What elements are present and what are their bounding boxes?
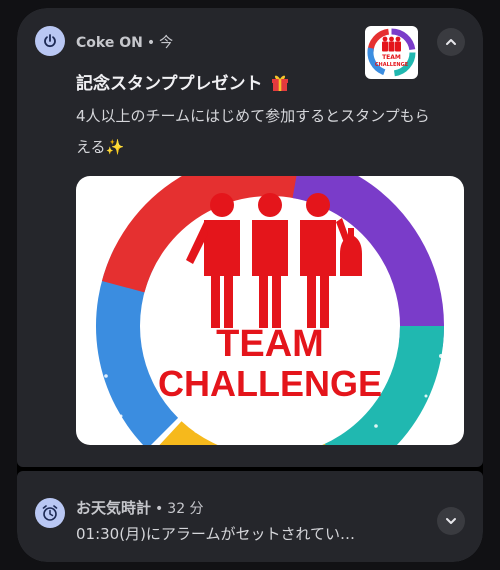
notification-title-text: 記念スタンププレゼント (76, 74, 263, 94)
app-icon (35, 26, 65, 56)
notification-thumbnail: TEAM CHALLENGE (365, 26, 418, 79)
notification-header: お天気時計 • 32 分 (76, 497, 204, 518)
app-icon (35, 498, 65, 528)
notification-panel: Coke ON • 今 TEAM CHALLENGE 記念スタンププレゼント 4… (17, 8, 483, 562)
thumb-text-team: TEAM (382, 54, 401, 61)
chevron-down-icon (446, 518, 456, 524)
timestamp: 32 分 (167, 501, 204, 517)
chevron-up-icon (446, 39, 456, 45)
notification-header: Coke ON • 今 (76, 32, 173, 52)
app-name: お天気時計 (76, 499, 152, 517)
app-name: Coke ON (76, 35, 143, 51)
notification-title: 記念スタンププレゼント (76, 69, 290, 94)
expand-button[interactable] (437, 507, 465, 535)
notification-coke-on[interactable]: Coke ON • 今 TEAM CHALLENGE 記念スタンププレゼント 4… (17, 8, 483, 467)
thumb-text-challenge: CHALLENGE (375, 62, 409, 68)
collapse-button[interactable] (437, 28, 465, 56)
timestamp: 今 (159, 35, 174, 51)
image-text-team: TEAM (216, 323, 324, 365)
notification-message: 4人以上のチームにはじめて参加するとスタンプもらえる✨ (76, 107, 430, 156)
separator-dot: • (155, 501, 164, 517)
separator-dot: • (146, 35, 156, 51)
alarm-clock-icon (42, 505, 58, 521)
gift-emoji-icon (272, 75, 289, 91)
power-icon (44, 34, 56, 48)
notification-weather-clock[interactable]: お天気時計 • 32 分 01:30(月)にアラームがセットされてい… (17, 471, 483, 562)
team-challenge-image[interactable]: TEAM CHALLENGE (76, 176, 464, 445)
notification-message: 01:30(月)にアラームがセットされてい… (76, 525, 356, 543)
image-text-challenge: CHALLENGE (158, 363, 382, 404)
